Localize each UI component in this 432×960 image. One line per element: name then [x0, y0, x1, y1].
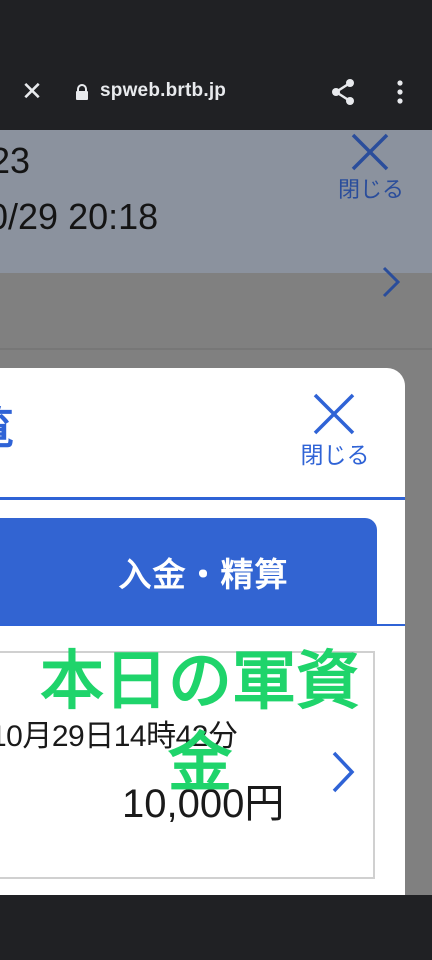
browser-toolbar: ✕ spweb.brtb.jp — [0, 58, 432, 130]
more-vert-icon[interactable] — [390, 77, 410, 107]
close-icon — [313, 393, 355, 435]
list-item[interactable]: 10月29日14時42分 10,000円 — [0, 651, 375, 879]
underlying-page: 23 0/29 20:18 閉じる 覧 閉じる 入金・精算 1 — [0, 130, 432, 895]
close-icon[interactable]: ✕ — [18, 78, 46, 106]
share-icon[interactable] — [328, 77, 358, 107]
status-bar — [0, 0, 432, 58]
chevron-right-icon — [332, 751, 355, 793]
close-label: 閉じる — [300, 443, 370, 469]
navigation-bar — [0, 895, 432, 960]
lock-icon — [76, 84, 88, 100]
chevron-right-icon[interactable] — [378, 264, 404, 300]
tab-deposit-settlement[interactable]: 入金・精算 — [0, 518, 377, 624]
divider — [0, 348, 432, 350]
divider — [0, 624, 405, 626]
url-bar[interactable]: spweb.brtb.jp — [100, 80, 226, 102]
underlying-text-line1: 23 — [0, 140, 31, 181]
underlying-close-button[interactable]: 閉じる — [326, 132, 416, 204]
close-label: 閉じる — [337, 178, 404, 203]
item-datetime: 10月29日14時42分 — [0, 720, 238, 753]
modal-close-button[interactable]: 閉じる — [290, 392, 380, 470]
underlying-text-line2: 0/29 20:18 — [0, 196, 159, 237]
underlying-header: 23 0/29 20:18 閉じる — [0, 130, 432, 273]
close-icon — [351, 133, 389, 171]
modal-dialog: 覧 閉じる 入金・精算 10月29日14時42分 10,000円 — [0, 368, 405, 895]
divider — [0, 497, 405, 500]
modal-title: 覧 — [0, 392, 14, 456]
item-amount: 10,000円 — [122, 782, 285, 826]
tab-label: 入金・精算 — [118, 555, 289, 594]
